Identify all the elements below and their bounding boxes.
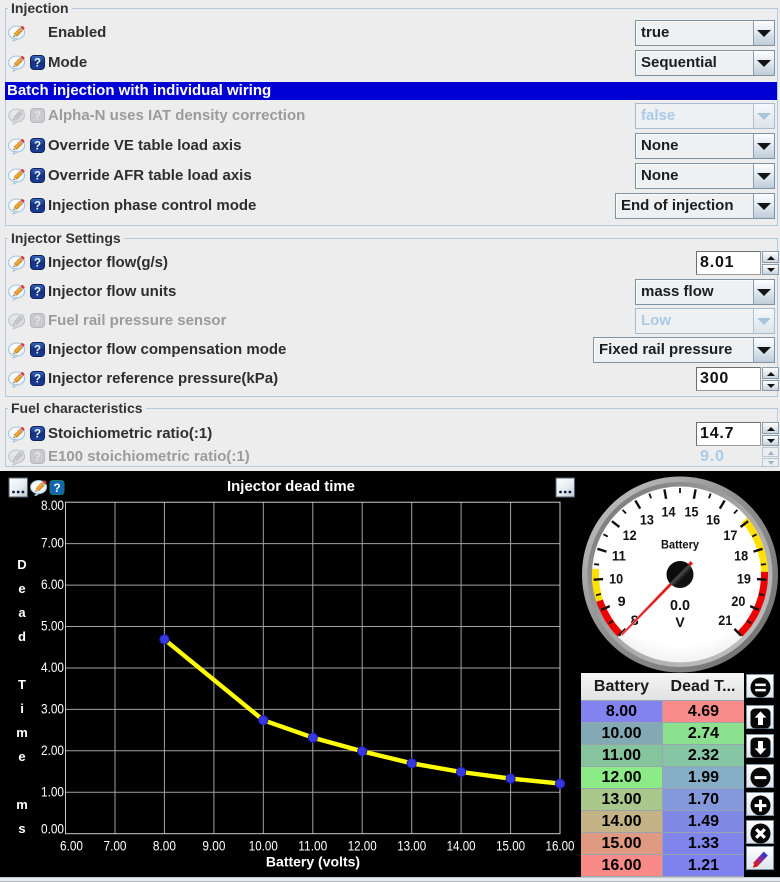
svg-text:13.00: 13.00 bbox=[397, 839, 426, 854]
svg-text:3.00: 3.00 bbox=[41, 701, 64, 716]
svg-text:1.00: 1.00 bbox=[41, 784, 64, 799]
svg-text:14: 14 bbox=[662, 504, 676, 520]
svg-text:14.00: 14.00 bbox=[447, 839, 476, 854]
svg-text:11: 11 bbox=[612, 548, 626, 564]
svg-text:e: e bbox=[18, 581, 25, 596]
svg-text:5.00: 5.00 bbox=[41, 619, 64, 634]
svg-text:15.00: 15.00 bbox=[496, 839, 525, 854]
svg-text:Injector dead time: Injector dead time bbox=[227, 478, 355, 495]
svg-text:17: 17 bbox=[723, 527, 737, 543]
svg-text:D: D bbox=[17, 557, 26, 572]
svg-text:T: T bbox=[18, 677, 26, 692]
svg-text:m: m bbox=[16, 797, 28, 812]
svg-text:9: 9 bbox=[618, 593, 626, 609]
svg-text:0.00: 0.00 bbox=[41, 822, 64, 837]
svg-text:6.00: 6.00 bbox=[60, 839, 83, 854]
svg-text:6.00: 6.00 bbox=[41, 577, 64, 592]
svg-text:Battery (volts): Battery (volts) bbox=[266, 854, 360, 870]
svg-text:Battery: Battery bbox=[661, 540, 700, 552]
svg-text:12.00: 12.00 bbox=[348, 839, 377, 854]
svg-text:9.00: 9.00 bbox=[202, 839, 225, 854]
svg-text:16.00: 16.00 bbox=[546, 839, 575, 854]
svg-text:4.00: 4.00 bbox=[41, 660, 64, 675]
svg-text:7.00: 7.00 bbox=[104, 839, 127, 854]
svg-text:a: a bbox=[18, 605, 26, 620]
svg-text:d: d bbox=[18, 629, 26, 644]
svg-text:21: 21 bbox=[718, 612, 732, 628]
svg-text:8.00: 8.00 bbox=[41, 498, 64, 513]
svg-text:s: s bbox=[18, 821, 25, 836]
svg-text:10.00: 10.00 bbox=[249, 839, 278, 854]
svg-text:10: 10 bbox=[609, 570, 623, 586]
svg-text:19: 19 bbox=[737, 570, 751, 586]
svg-text:11.00: 11.00 bbox=[298, 839, 327, 854]
svg-text:13: 13 bbox=[640, 512, 654, 528]
svg-text:20: 20 bbox=[731, 593, 745, 609]
svg-text:18: 18 bbox=[734, 548, 748, 564]
svg-text:e: e bbox=[18, 749, 25, 764]
svg-text:7.00: 7.00 bbox=[41, 536, 64, 551]
svg-text:8.00: 8.00 bbox=[153, 839, 176, 854]
svg-text:12: 12 bbox=[623, 527, 637, 543]
svg-text:m: m bbox=[16, 725, 28, 740]
svg-text:0.0: 0.0 bbox=[670, 597, 690, 614]
svg-text:V: V bbox=[675, 614, 685, 630]
svg-text:i: i bbox=[20, 701, 24, 716]
svg-text:15: 15 bbox=[685, 504, 699, 520]
svg-text:2.00: 2.00 bbox=[41, 743, 64, 758]
svg-text:16: 16 bbox=[706, 512, 720, 528]
